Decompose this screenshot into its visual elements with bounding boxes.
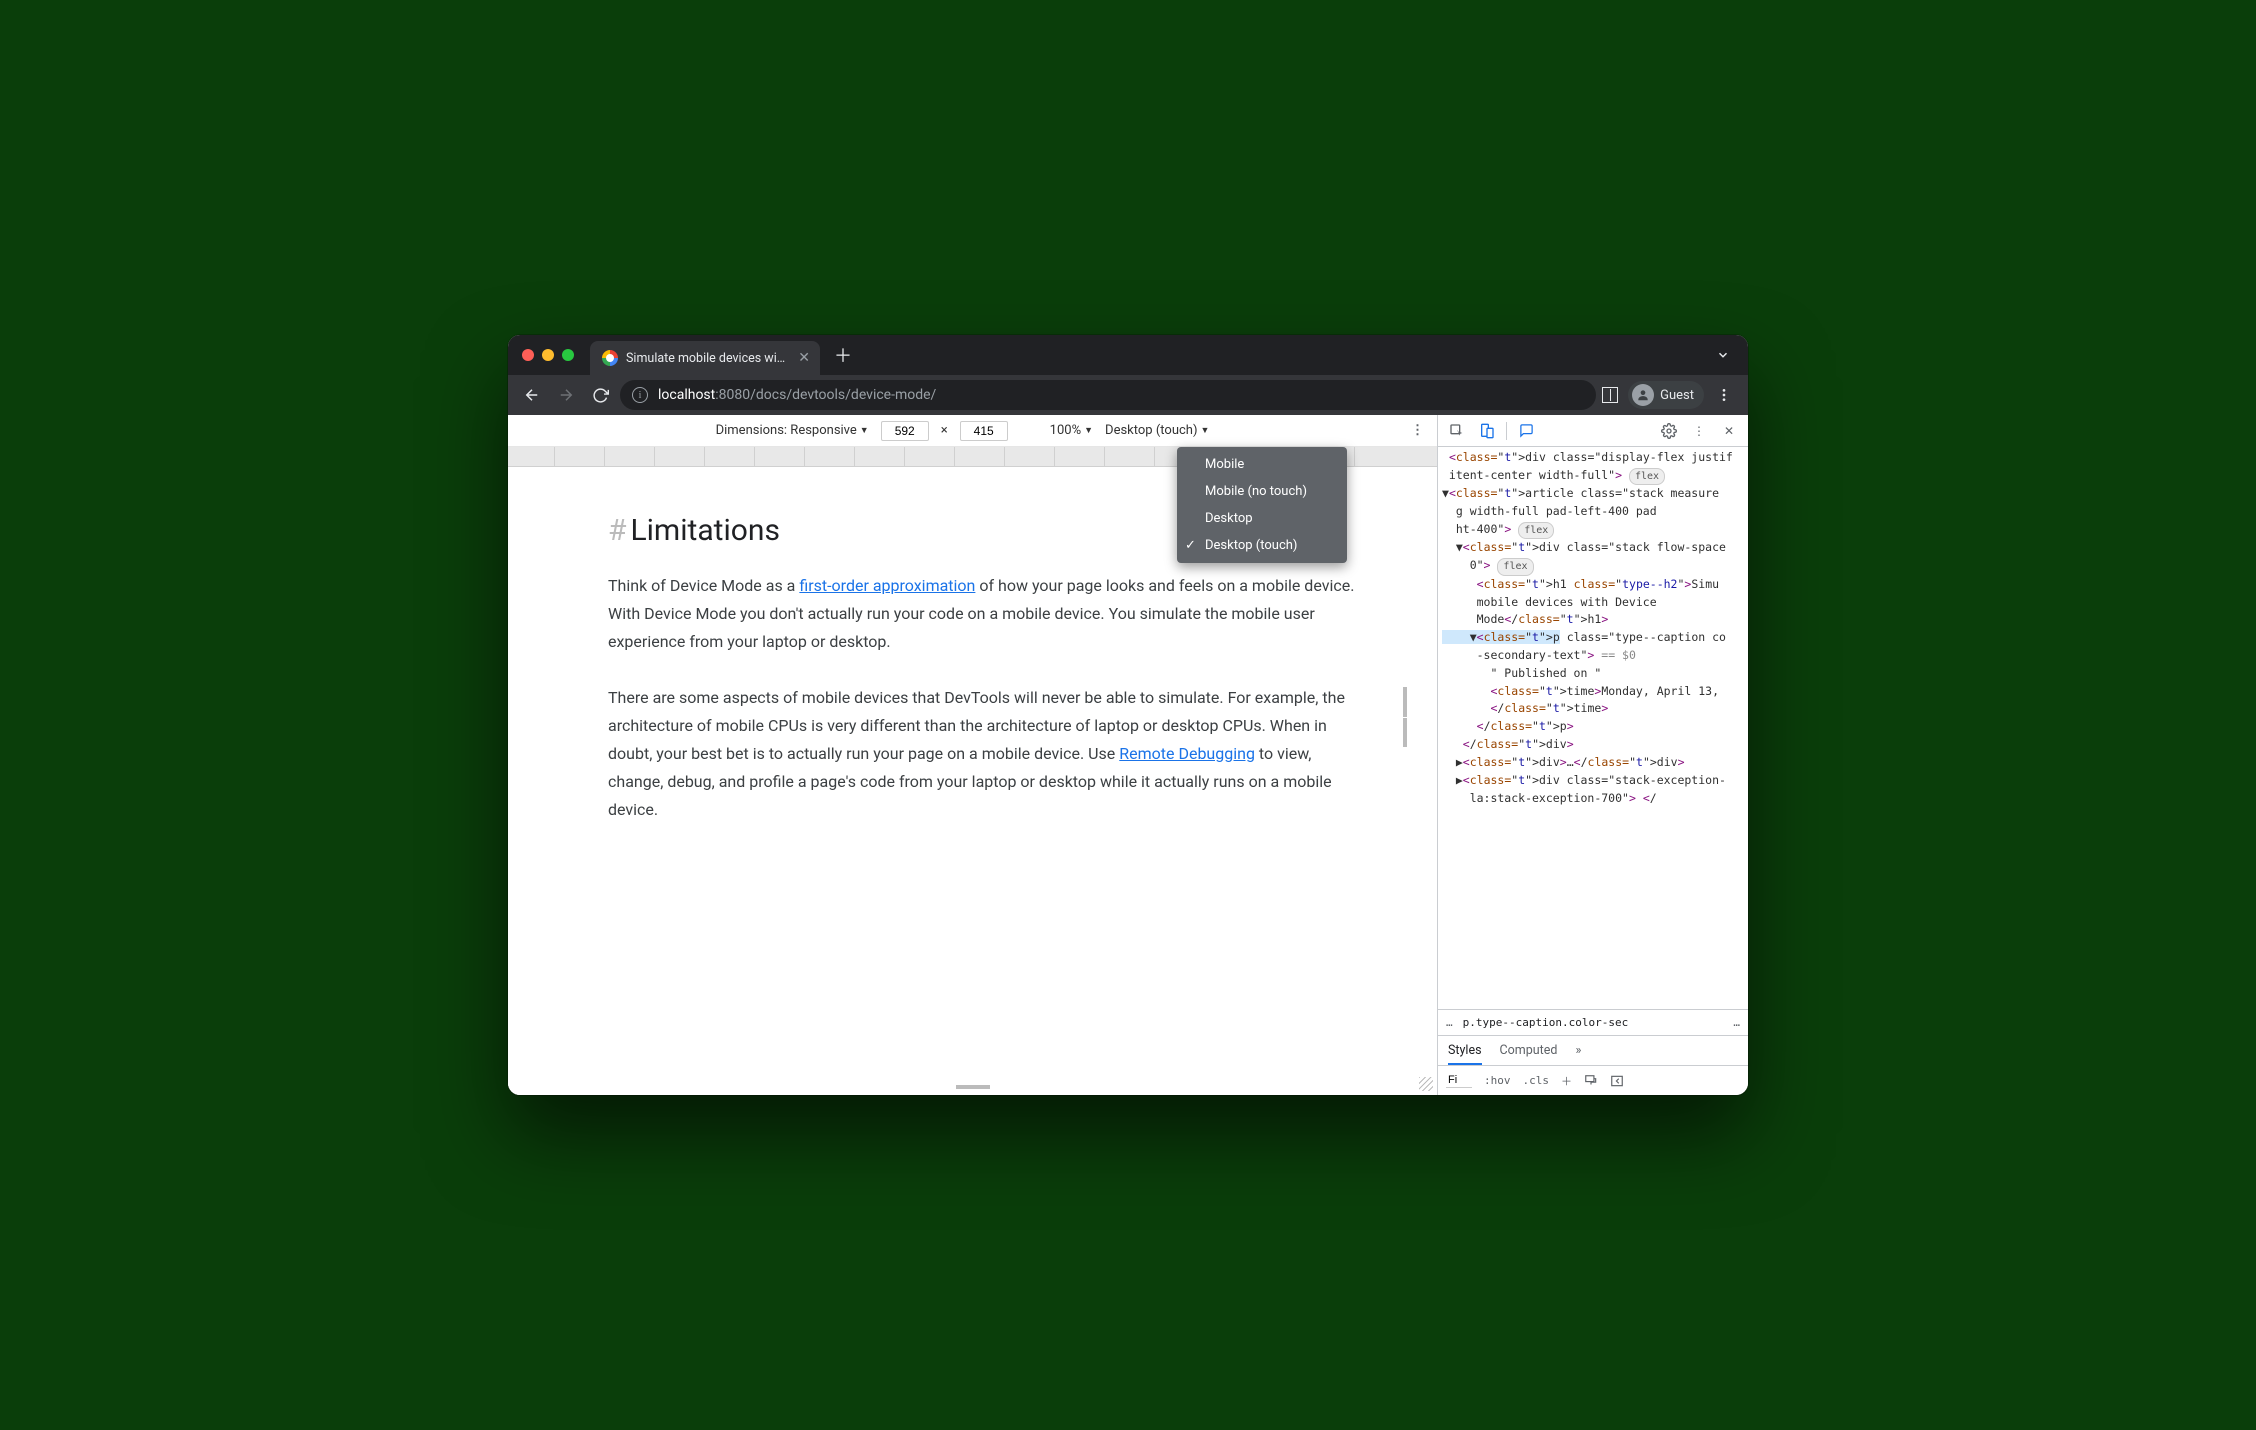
forward-button[interactable] xyxy=(552,381,580,409)
option-label: Desktop xyxy=(1205,511,1253,526)
devtools-panel: ⋮ ✕ <class="t">div class="display-flex j… xyxy=(1438,415,1748,1095)
device-toolbar: Dimensions: Responsive ▼ × 100% ▼ Deskto… xyxy=(508,415,1437,447)
height-input[interactable] xyxy=(960,421,1008,441)
profile-label: Guest xyxy=(1660,388,1694,403)
scroll-indicator[interactable] xyxy=(1403,687,1407,747)
browser-toolbar: i localhost:8080/docs/devtools/device-mo… xyxy=(508,375,1748,415)
device-type-option[interactable]: Mobile xyxy=(1177,451,1347,478)
browser-window: Simulate mobile devices with D ✕ ＋ i loc… xyxy=(508,335,1748,1095)
site-info-icon[interactable]: i xyxy=(632,387,648,403)
minimize-window-button[interactable] xyxy=(542,349,554,361)
browser-tab[interactable]: Simulate mobile devices with D ✕ xyxy=(590,341,820,375)
chrome-icon xyxy=(602,350,618,366)
settings-gear-icon[interactable] xyxy=(1656,418,1682,444)
device-type-option[interactable]: ✓ Desktop (touch) xyxy=(1177,532,1347,559)
back-button[interactable] xyxy=(518,381,546,409)
device-type-label: Desktop (touch) xyxy=(1105,423,1197,438)
zoom-dropdown[interactable]: 100% ▼ xyxy=(1050,423,1093,438)
caret-down-icon: ▼ xyxy=(1084,425,1093,436)
device-type-option[interactable]: Desktop xyxy=(1177,505,1347,532)
side-panel-icon[interactable] xyxy=(1602,387,1618,403)
elements-dom-tree[interactable]: <class="t">div class="display-flex justi… xyxy=(1438,447,1748,1009)
inspect-element-icon[interactable] xyxy=(1444,418,1470,444)
new-tab-button[interactable]: ＋ xyxy=(820,342,866,368)
link-remote-debugging[interactable]: Remote Debugging xyxy=(1119,744,1255,763)
avatar-icon xyxy=(1632,384,1654,406)
address-bar[interactable]: i localhost:8080/docs/devtools/device-mo… xyxy=(620,380,1596,410)
resize-handle-bottom[interactable] xyxy=(956,1085,990,1089)
tab-styles[interactable]: Styles xyxy=(1448,1043,1482,1065)
tab-strip: Simulate mobile devices with D ✕ ＋ xyxy=(508,335,1748,375)
devtools-menu-icon[interactable]: ⋮ xyxy=(1686,418,1712,444)
option-label: Desktop (touch) xyxy=(1205,538,1297,553)
hover-toggle[interactable]: :hov xyxy=(1484,1074,1511,1087)
url-text: localhost:8080/docs/devtools/device-mode… xyxy=(658,387,936,403)
paragraph: There are some aspects of mobile devices… xyxy=(608,684,1367,824)
breadcrumb-bar[interactable]: … p.type--caption.color-sec … xyxy=(1438,1009,1748,1035)
device-type-option[interactable]: Mobile (no touch) xyxy=(1177,478,1347,505)
window-controls xyxy=(522,349,574,361)
dimensions-label: Dimensions: Responsive xyxy=(716,423,857,438)
option-label: Mobile xyxy=(1205,457,1244,472)
paint-icon[interactable] xyxy=(1584,1074,1598,1088)
width-input[interactable] xyxy=(881,421,929,441)
resize-handle-corner[interactable] xyxy=(1419,1077,1433,1091)
device-mode-pane: Dimensions: Responsive ▼ × 100% ▼ Deskto… xyxy=(508,415,1438,1095)
tab-computed[interactable]: Computed xyxy=(1500,1043,1558,1065)
content-area: Dimensions: Responsive ▼ × 100% ▼ Deskto… xyxy=(508,415,1748,1095)
styles-tabbar: Styles Computed » xyxy=(1438,1035,1748,1065)
check-icon: ✓ xyxy=(1185,538,1196,553)
dimension-separator: × xyxy=(941,423,948,438)
tab-more[interactable]: » xyxy=(1575,1043,1581,1065)
caret-down-icon: ▼ xyxy=(860,425,869,436)
styles-filter-input[interactable] xyxy=(1446,1073,1472,1088)
close-window-button[interactable] xyxy=(522,349,534,361)
maximize-window-button[interactable] xyxy=(562,349,574,361)
page-content: #Limitations Think of Device Mode as a f… xyxy=(578,507,1397,1095)
styles-actions: :hov .cls ＋ xyxy=(1438,1065,1748,1095)
computed-sidebar-icon[interactable] xyxy=(1610,1074,1624,1088)
more-crumbs[interactable]: … xyxy=(1733,1016,1740,1029)
device-toolbar-menu[interactable]: ⋮ xyxy=(1411,423,1425,438)
caret-down-icon: ▼ xyxy=(1200,425,1209,436)
reload-button[interactable] xyxy=(586,381,614,409)
dimensions-dropdown[interactable]: Dimensions: Responsive ▼ xyxy=(716,423,869,438)
toggle-device-toolbar-icon[interactable] xyxy=(1474,418,1500,444)
device-type-menu: Mobile Mobile (no touch) Desktop ✓ Desktop (… xyxy=(1177,447,1347,563)
zoom-label: 100% xyxy=(1050,423,1081,438)
devtools-toolbar: ⋮ ✕ xyxy=(1438,415,1748,447)
more-crumbs[interactable]: … xyxy=(1446,1016,1453,1029)
option-label: Mobile (no touch) xyxy=(1205,484,1307,499)
link-first-order[interactable]: first-order approximation xyxy=(799,576,975,595)
chevron-down-icon[interactable] xyxy=(1706,348,1740,362)
profile-button[interactable]: Guest xyxy=(1628,381,1704,409)
close-tab-button[interactable]: ✕ xyxy=(796,349,812,367)
new-style-rule-icon[interactable]: ＋ xyxy=(1561,1073,1572,1089)
paragraph: Think of Device Mode as a first-order ap… xyxy=(608,572,1367,656)
hash-anchor-icon[interactable]: # xyxy=(608,513,626,548)
browser-menu-button[interactable] xyxy=(1710,381,1738,409)
tab-title: Simulate mobile devices with D xyxy=(626,351,788,366)
device-type-dropdown[interactable]: Desktop (touch) ▼ xyxy=(1105,423,1209,438)
crumb-selected[interactable]: p.type--caption.color-sec xyxy=(1463,1016,1629,1029)
elements-panel-icon[interactable] xyxy=(1513,418,1539,444)
cls-toggle[interactable]: .cls xyxy=(1523,1074,1550,1087)
close-devtools-icon[interactable]: ✕ xyxy=(1716,418,1742,444)
